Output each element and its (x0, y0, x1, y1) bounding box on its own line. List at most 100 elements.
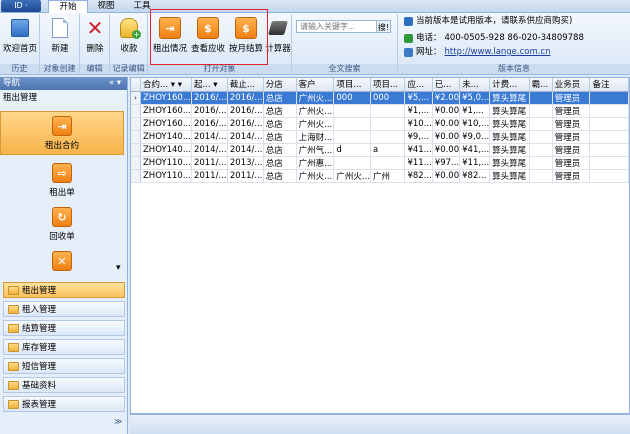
table-cell[interactable]: 算头算尾 (489, 130, 530, 144)
table-cell[interactable]: 2016/... (191, 104, 228, 118)
table-cell[interactable]: ¥5,... (404, 91, 433, 105)
table-cell[interactable]: ¥1,... (404, 104, 433, 118)
table-cell[interactable]: 2011/... (191, 156, 228, 170)
table-cell[interactable]: ¥1,... (459, 104, 491, 118)
table-cell[interactable] (589, 143, 629, 157)
table-cell[interactable]: 总店 (263, 91, 297, 105)
table-cell[interactable]: 2014/... (227, 130, 264, 144)
table-cell[interactable] (333, 130, 371, 144)
nav-category-rent-out[interactable]: 租出管理 (3, 282, 125, 298)
column-header[interactable]: 起... ▾ (191, 78, 228, 92)
tab-start[interactable]: 开始 (48, 0, 88, 14)
table-row[interactable]: ZHOY160... 2016/... 2016/... 总店 广州火... ¥10...… (131, 117, 629, 131)
table-row[interactable]: ZHOY140... 2014/... 2014/... 总店 上海财... ¥9,...… (131, 130, 629, 144)
column-header[interactable]: 合约... ▾ ▾ (140, 78, 192, 92)
table-cell[interactable] (529, 117, 553, 131)
table-cell[interactable]: 管理员 (552, 143, 591, 157)
row-indicator[interactable] (131, 117, 142, 131)
column-header[interactable]: 应... (404, 78, 433, 92)
column-header[interactable]: 备注 (589, 78, 629, 92)
table-cell[interactable] (529, 143, 553, 157)
table-cell[interactable]: 广州火... (296, 117, 335, 131)
table-cell[interactable]: 算头算尾 (489, 169, 530, 183)
table-cell[interactable]: 广州气... (296, 143, 335, 157)
table-cell[interactable]: 总店 (263, 104, 297, 118)
column-header[interactable]: 计费... (489, 78, 530, 92)
table-row[interactable]: ZHOY140... 2014/... 2014/... 总店 广州气... d a ¥41.… (131, 143, 629, 157)
nav-item-rent-out-order[interactable]: ⇨ 租出单 (0, 163, 124, 198)
table-cell[interactable]: 算头算尾 (489, 104, 530, 118)
nav-category-settlement[interactable]: 结算管理 (3, 320, 125, 336)
table-cell[interactable]: ¥10,... (459, 117, 491, 131)
table-cell[interactable]: ZHOY110... (140, 169, 192, 183)
row-indicator[interactable] (131, 130, 142, 144)
table-cell[interactable]: ¥0.00 (432, 117, 461, 131)
table-row[interactable]: ZHOY110... 2011/... 2013/... 总店 广州惠... ¥11...… (131, 156, 629, 170)
table-cell[interactable]: ¥2.00 (432, 91, 461, 105)
table-cell[interactable] (589, 156, 629, 170)
table-cell[interactable]: ¥41... (404, 143, 433, 157)
row-indicator[interactable] (131, 104, 142, 118)
column-header[interactable]: 项目... (370, 78, 406, 92)
table-cell[interactable] (370, 130, 406, 144)
table-cell[interactable]: ZHOY160... (140, 117, 192, 131)
table-cell[interactable]: ZHOY110... (140, 156, 192, 170)
table-cell[interactable]: ¥82... (404, 169, 433, 183)
nav-category-reports[interactable]: 报表管理 (3, 396, 125, 412)
table-cell[interactable]: 2016/... (191, 91, 228, 105)
table-cell[interactable]: a (370, 143, 406, 157)
table-cell[interactable]: ¥0.00 (432, 169, 461, 183)
table-cell[interactable]: ¥41,... (459, 143, 491, 157)
table-cell[interactable]: ¥11... (404, 156, 433, 170)
nav-collapse-button[interactable]: « ▾ (109, 77, 121, 90)
table-cell[interactable]: 2016/... (227, 117, 264, 131)
nav-expand-button[interactable]: ≫ (114, 417, 122, 426)
table-cell[interactable]: 算头算尾 (489, 117, 530, 131)
column-header[interactable]: 业务员 (552, 78, 591, 92)
column-header[interactable]: 未... (459, 78, 491, 92)
welcome-button[interactable]: 欢迎首页 (2, 16, 38, 54)
table-row[interactable]: › ZHOY160... 2016/... 2016/... 总店 广州火... 000 00… (131, 91, 629, 105)
table-cell[interactable]: ZHOY140... (140, 130, 192, 144)
table-cell[interactable]: 总店 (263, 169, 297, 183)
column-header[interactable]: 霸... (529, 78, 553, 92)
row-indicator[interactable] (131, 156, 142, 170)
row-indicator[interactable] (131, 143, 142, 157)
row-indicator[interactable] (131, 169, 142, 183)
search-button[interactable]: 搜! (376, 20, 391, 33)
nav-item-recycle-order[interactable]: ↻ 回收单 (0, 207, 124, 242)
table-cell[interactable] (589, 104, 629, 118)
table-cell[interactable]: 2011/... (191, 169, 228, 183)
table-cell[interactable]: ¥9,0... (459, 130, 491, 144)
column-header[interactable]: 截止... (227, 78, 264, 92)
table-cell[interactable]: 管理员 (552, 91, 591, 105)
table-cell[interactable]: 管理员 (552, 169, 591, 183)
nav-category-sms[interactable]: 短信管理 (3, 358, 125, 374)
table-cell[interactable]: 000 (333, 91, 371, 105)
table-cell[interactable]: 上海财... (296, 130, 335, 144)
table-cell[interactable]: ¥82... (459, 169, 491, 183)
table-cell[interactable]: 2014/... (191, 143, 228, 157)
table-cell[interactable] (589, 91, 629, 105)
table-cell[interactable] (589, 130, 629, 144)
website-link[interactable]: http://www.lange.com.cn (445, 47, 551, 58)
table-cell[interactable] (333, 104, 371, 118)
table-cell[interactable]: 管理员 (552, 156, 591, 170)
nav-scroll-down[interactable]: ▾ (116, 263, 121, 273)
table-cell[interactable]: 管理员 (552, 104, 591, 118)
table-cell[interactable]: 2013/... (227, 156, 264, 170)
table-cell[interactable]: 总店 (263, 143, 297, 157)
table-cell[interactable]: 管理员 (552, 130, 591, 144)
table-cell[interactable]: ¥0.00 (432, 130, 461, 144)
table-cell[interactable]: ¥9,... (404, 130, 433, 144)
table-row[interactable]: ZHOY160... 2016/... 2016/... 总店 广州火... ¥1,...… (131, 104, 629, 118)
table-cell[interactable]: 000 (370, 91, 406, 105)
table-cell[interactable]: 2016/... (227, 91, 264, 105)
table-cell[interactable]: d (333, 143, 371, 157)
table-cell[interactable]: 广州火... (296, 169, 335, 183)
row-indicator[interactable]: › (131, 91, 142, 105)
table-cell[interactable]: 算头算尾 (489, 156, 530, 170)
table-cell[interactable] (370, 156, 406, 170)
application-menu-button[interactable]: ID · (1, 0, 41, 12)
table-cell[interactable]: 广州火... (333, 169, 371, 183)
